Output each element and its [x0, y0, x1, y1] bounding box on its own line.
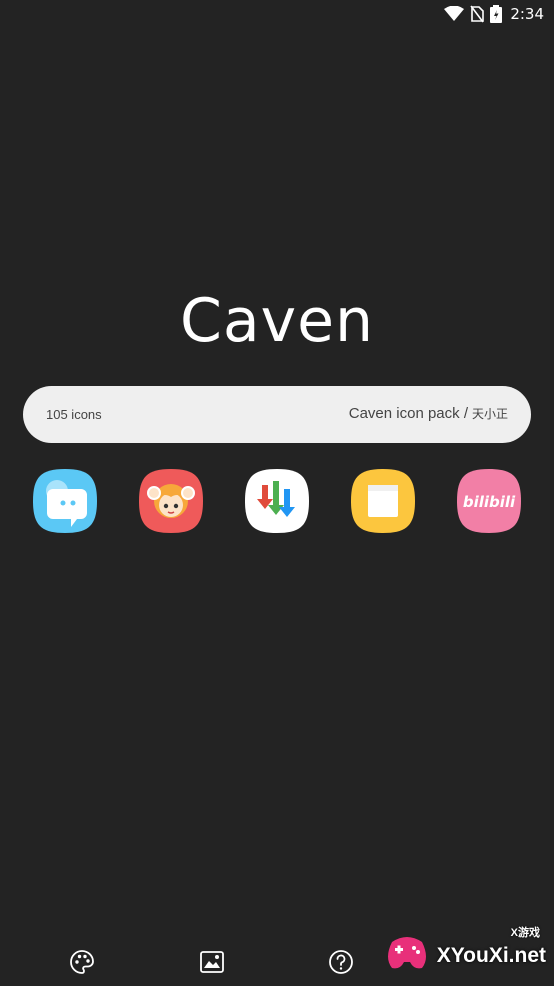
no-sim-icon: [470, 5, 485, 23]
battery-icon: [490, 5, 503, 23]
icon-preview-row: bilibili: [0, 467, 554, 535]
watermark-small-text: X游戏: [510, 927, 540, 939]
icon-count: 105 icons: [46, 407, 102, 422]
anime-girl-app-icon[interactable]: [137, 467, 205, 535]
status-bar: 2:34: [0, 0, 554, 30]
info-card[interactable]: 105 icons Caven icon pack / 天小正: [23, 386, 531, 443]
page-title: Caven: [179, 286, 375, 356]
pack-name: Caven icon pack /: [348, 405, 468, 422]
watermark-brand-text: XYouXi.net: [436, 944, 546, 967]
gamepad-logo-icon: [388, 937, 426, 969]
author-name: 天小正: [471, 407, 508, 421]
help-icon[interactable]: [328, 949, 354, 975]
notes-app-icon[interactable]: [349, 467, 417, 535]
watermark: X游戏 XYouXi.net: [380, 922, 550, 978]
wifi-icon: [444, 6, 465, 21]
download-arrows-app-icon[interactable]: [243, 467, 311, 535]
wallpaper-icon[interactable]: [199, 949, 225, 975]
bilibili-logo-text: bilibili: [463, 493, 516, 511]
bilibili-app-icon[interactable]: bilibili: [455, 467, 523, 535]
palette-icon[interactable]: [69, 949, 95, 975]
chat-bubble-app-icon[interactable]: [31, 467, 99, 535]
status-time: 2:34: [510, 5, 544, 23]
